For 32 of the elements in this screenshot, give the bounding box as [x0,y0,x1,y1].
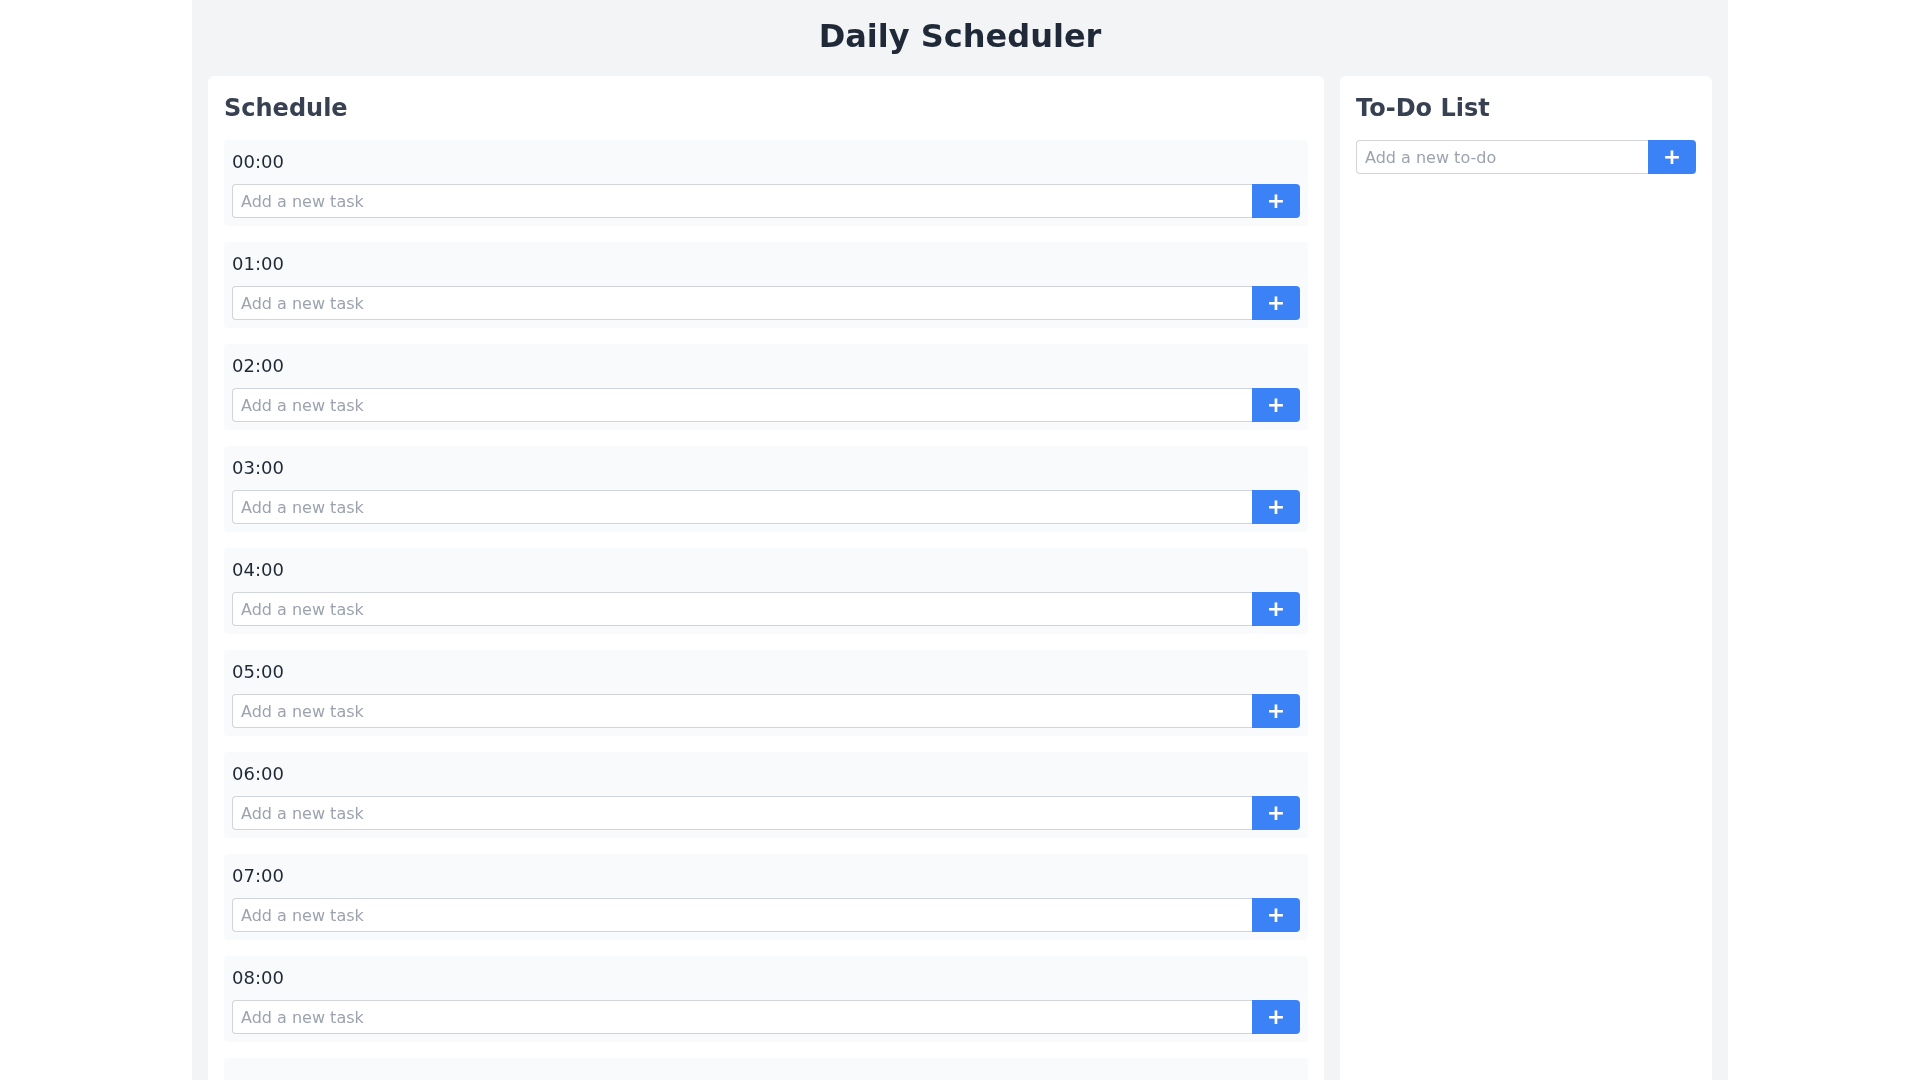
time-label: 08:00 [232,966,285,990]
add-task-button[interactable]: + [1252,898,1300,932]
task-input[interactable]: Add a new task [232,286,1252,320]
time-label: 03:00 [232,456,285,480]
time-label: 04:00 [232,558,285,582]
todo-input[interactable]: Add a new to-do [1356,140,1648,174]
task-input[interactable]: Add a new task [232,490,1252,524]
panel-heading: Schedule [224,93,349,124]
add-task-button[interactable]: + [1252,388,1300,422]
task-input[interactable]: Add a new task [232,388,1252,422]
task-input[interactable]: Add a new task [232,592,1252,626]
task-input[interactable]: Add a new task [232,898,1252,932]
task-input[interactable]: Add a new task [232,796,1252,830]
task-input[interactable]: Add a new task [232,1000,1252,1034]
panel-heading: To-Do List [1356,93,1491,124]
time-label: 01:00 [232,252,285,276]
add-task-button[interactable]: + [1252,490,1300,524]
add-task-button[interactable]: + [1252,592,1300,626]
page-title: Daily Scheduler [817,16,1103,56]
time-label: 00:00 [232,150,285,174]
add-task-button[interactable]: + [1252,694,1300,728]
task-input[interactable]: Add a new task [232,184,1252,218]
time-label: 07:00 [232,864,285,888]
add-todo-button[interactable]: + [1648,140,1696,174]
time-label: 06:00 [232,762,285,786]
add-task-button[interactable]: + [1252,286,1300,320]
add-task-button[interactable]: + [1252,796,1300,830]
task-input[interactable]: Add a new task [232,694,1252,728]
add-task-button[interactable]: + [1252,1000,1300,1034]
add-task-button[interactable]: + [1252,184,1300,218]
time-label: 02:00 [232,354,285,378]
time-label: 05:00 [232,660,285,684]
